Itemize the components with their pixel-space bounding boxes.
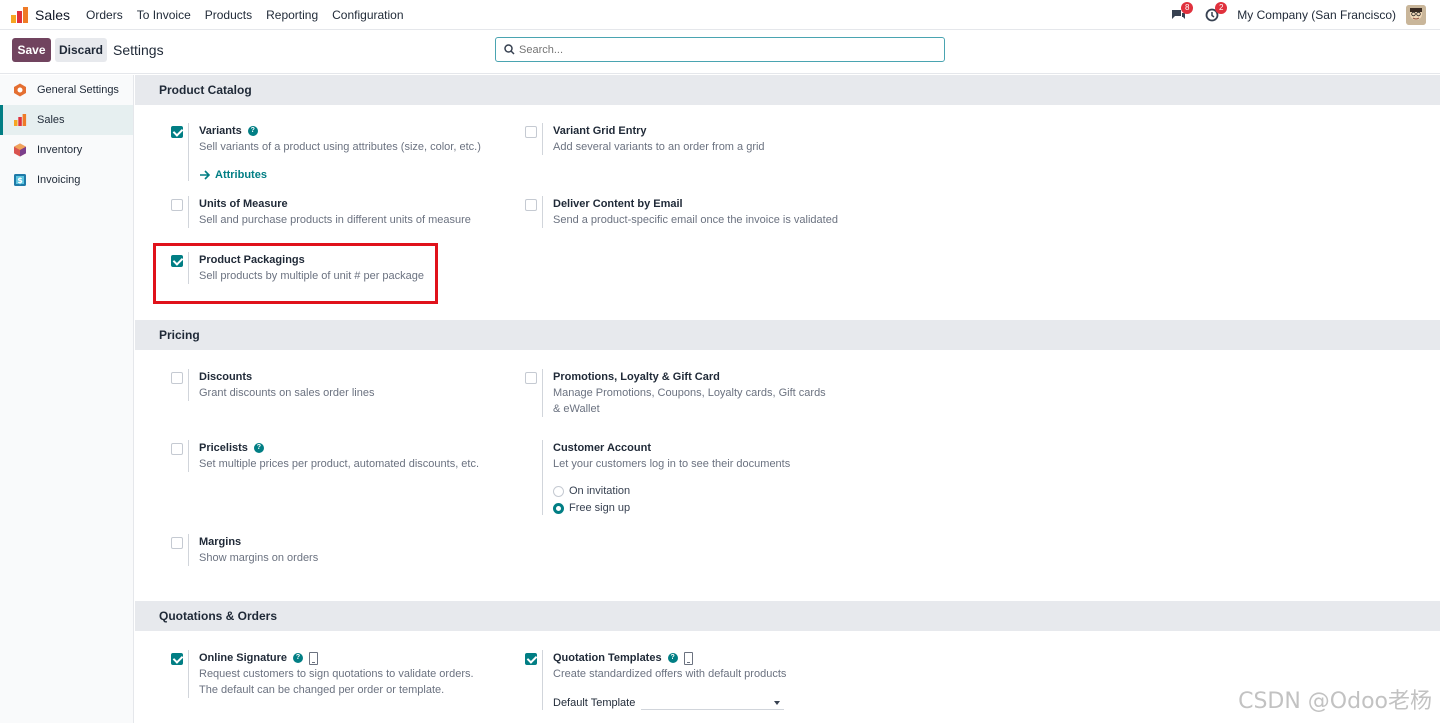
user-avatar[interactable]	[1406, 5, 1426, 25]
search-icon	[504, 44, 515, 55]
settings-sidebar: General Settings Sales Inventory $ Invoi…	[0, 75, 134, 723]
help-icon[interactable]: ?	[253, 443, 264, 453]
pricelists-checkbox[interactable]	[171, 443, 183, 455]
radio-button-selected[interactable]	[553, 502, 564, 514]
menu-configuration[interactable]: Configuration	[332, 8, 403, 22]
messages-badge: 8	[1181, 2, 1194, 14]
setting-description: Request customers to sign quotations to …	[199, 668, 474, 696]
mobile-phone-icon	[309, 651, 319, 665]
variants-checkbox[interactable]	[171, 126, 183, 138]
attributes-link[interactable]: Attributes	[199, 169, 508, 181]
radio-on-invitation[interactable]: On invitation	[553, 484, 862, 498]
setting-title: Margins	[199, 536, 242, 548]
messages-icon[interactable]: 8	[1169, 2, 1194, 24]
sidebar-item-label: Inventory	[37, 144, 83, 156]
setting-description: Manage Promotions, Coupons, Loyalty card…	[553, 387, 826, 415]
attributes-link-label: Attributes	[215, 169, 267, 181]
inventory-app-icon	[12, 142, 28, 158]
section-pricing: Pricing	[135, 320, 1440, 350]
discard-button[interactable]: Discard	[55, 38, 107, 62]
setting-title: Variants	[199, 125, 242, 137]
settings-content: Product Catalog Variants? Sell variants …	[135, 75, 1440, 723]
setting-description: Create standardized offers with default …	[553, 668, 787, 680]
invoicing-app-icon: $	[12, 172, 28, 188]
company-switcher[interactable]: My Company (San Francisco)	[1237, 8, 1396, 22]
activities-clock-icon[interactable]: 2	[1203, 2, 1228, 24]
control-panel: Save Discard Settings	[0, 30, 1440, 74]
menu-orders[interactable]: Orders	[86, 8, 123, 22]
setting-description: Show margins on orders	[199, 552, 319, 564]
help-icon[interactable]: ?	[247, 126, 258, 136]
section-quotations-orders: Quotations & Orders	[135, 601, 1440, 631]
setting-title: Pricelists	[199, 442, 248, 454]
sidebar-item-label: Sales	[37, 114, 65, 126]
quotation-templates-checkbox[interactable]	[525, 653, 537, 665]
sales-app-icon	[12, 112, 28, 128]
setting-title: Promotions, Loyalty & Gift Card	[553, 371, 720, 383]
radio-button[interactable]	[553, 485, 564, 497]
setting-description: Grant discounts on sales order lines	[199, 387, 375, 399]
variant-grid-checkbox[interactable]	[525, 126, 537, 138]
sales-app-icon[interactable]	[11, 6, 29, 23]
setting-title: Customer Account	[553, 442, 651, 454]
general-settings-icon	[12, 82, 28, 98]
setting-description: Sell and purchase products in different …	[199, 214, 471, 226]
section-product-catalog: Product Catalog	[135, 75, 1440, 105]
menu-to-invoice[interactable]: To Invoice	[137, 8, 191, 22]
svg-text:$: $	[17, 176, 23, 185]
setting-title: Units of Measure	[199, 198, 288, 210]
radio-label: On invitation	[569, 485, 631, 497]
setting-description: Let your customers log in to see their d…	[553, 458, 791, 470]
deliver-content-checkbox[interactable]	[525, 199, 537, 211]
help-icon[interactable]: ?	[293, 653, 304, 663]
default-template-select[interactable]	[641, 696, 785, 710]
setting-title: Deliver Content by Email	[553, 198, 683, 210]
setting-description: Set multiple prices per product, automat…	[199, 458, 480, 470]
setting-description: Sell variants of a product using attribu…	[199, 141, 481, 153]
default-template-label: Default Template	[553, 697, 636, 709]
promotions-checkbox[interactable]	[525, 372, 537, 384]
setting-title: Quotation Templates	[553, 652, 662, 664]
sidebar-item-label: Invoicing	[37, 174, 81, 186]
help-icon[interactable]: ?	[667, 653, 678, 663]
sidebar-item-inventory[interactable]: Inventory	[0, 135, 133, 165]
setting-title: Variant Grid Entry	[553, 125, 647, 137]
margins-checkbox[interactable]	[171, 537, 183, 549]
menu-reporting[interactable]: Reporting	[266, 8, 318, 22]
uom-checkbox[interactable]	[171, 199, 183, 211]
activities-badge: 2	[1215, 2, 1228, 14]
sidebar-item-invoicing[interactable]: $ Invoicing	[0, 165, 133, 195]
search-input[interactable]	[519, 43, 919, 56]
setting-title: Online Signature	[199, 652, 288, 664]
arrow-right-icon	[200, 170, 211, 180]
save-button[interactable]: Save	[12, 38, 51, 62]
app-name[interactable]: Sales	[35, 7, 70, 23]
mobile-phone-icon	[683, 651, 693, 665]
top-navbar: Sales Orders To Invoice Products Reporti…	[0, 0, 1440, 30]
highlight-annotation-box	[153, 243, 438, 304]
sidebar-item-sales[interactable]: Sales	[0, 105, 133, 135]
online-signature-checkbox[interactable]	[171, 653, 183, 665]
watermark: CSDN @Odoo老杨	[1238, 689, 1432, 714]
discounts-checkbox[interactable]	[171, 372, 183, 384]
search-bar[interactable]	[495, 37, 945, 62]
sidebar-item-general-settings[interactable]: General Settings	[0, 75, 133, 105]
setting-title: Discounts	[199, 371, 253, 383]
setting-description: Send a product-specific email once the i…	[553, 214, 838, 226]
sidebar-item-label: General Settings	[37, 84, 119, 96]
menu-products[interactable]: Products	[205, 8, 252, 22]
setting-description: Add several variants to an order from a …	[553, 141, 765, 153]
radio-label: Free sign up	[569, 502, 631, 514]
page-title: Settings	[113, 42, 164, 58]
radio-free-sign-up[interactable]: Free sign up	[553, 501, 862, 515]
